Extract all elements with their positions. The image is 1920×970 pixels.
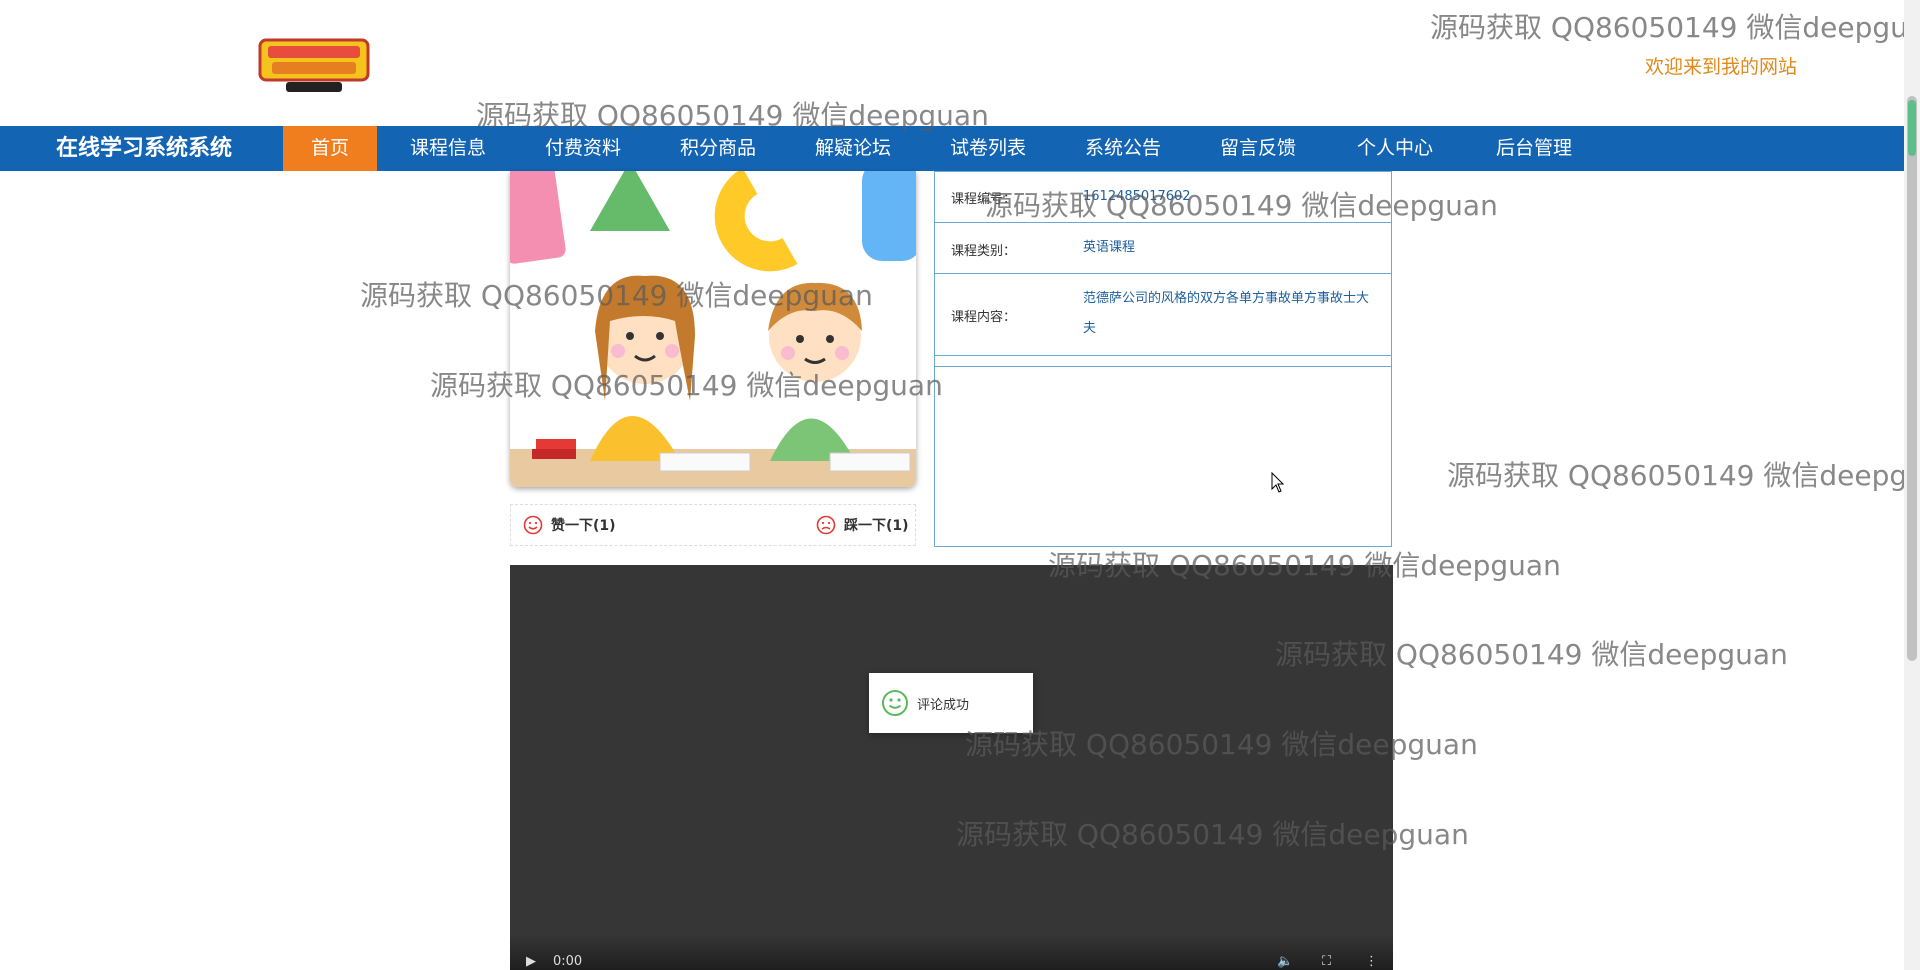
smile-icon: [523, 515, 543, 535]
more-options-icon[interactable]: ⋮: [1365, 954, 1378, 970]
course-category-row: 课程类别： 英语课程: [935, 223, 1391, 274]
dislike-button[interactable]: 踩一下(1): [816, 505, 909, 545]
vote-bar: 赞一下(1) 踩一下(1): [510, 504, 916, 546]
nav-item-points-shop[interactable]: 积分商品: [663, 126, 773, 171]
info-divider: [935, 356, 1391, 367]
video-time: 0:00: [553, 954, 583, 969]
site-logo[interactable]: [256, 34, 372, 94]
course-content-row: 课程内容： 范德萨公司的风格的双方各单方事故单方事故士大夫: [935, 274, 1391, 356]
course-id-row: 课程编号： 1612485017602: [935, 172, 1391, 223]
fullscreen-icon[interactable]: ⛶: [1322, 954, 1331, 970]
scrollbar-thumb-highlight: [1908, 100, 1916, 156]
nav-item-home[interactable]: 首页: [283, 126, 377, 171]
course-id-label: 课程编号：: [951, 192, 1017, 207]
video-controls: ▶ 0:00 🔈 ⛶ ⋮: [510, 934, 1393, 970]
page-scrollbar[interactable]: [1904, 0, 1920, 970]
frown-icon: [816, 515, 836, 535]
dislike-label: 踩一下(1): [844, 518, 909, 534]
site-title[interactable]: 在线学习系统系统: [56, 126, 232, 171]
smile-icon: [882, 690, 908, 716]
course-info-panel: 课程编号： 1612485017602 课程类别： 英语课程 课程内容： 范德萨…: [934, 171, 1392, 547]
welcome-text: 欢迎来到我的网站: [1645, 56, 1798, 78]
course-category-value: 英语课程: [1083, 240, 1136, 255]
nav-item-profile[interactable]: 个人中心: [1340, 126, 1450, 171]
play-icon[interactable]: ▶: [526, 954, 536, 970]
like-label: 赞一下(1): [551, 518, 616, 534]
nav-item-paid-materials[interactable]: 付费资料: [528, 126, 638, 171]
like-button[interactable]: 赞一下(1): [523, 505, 616, 545]
nav-item-courses[interactable]: 课程信息: [393, 126, 503, 171]
mouse-cursor-icon: [1271, 472, 1285, 493]
toast-message: 评论成功: [917, 697, 970, 713]
nav-item-admin[interactable]: 后台管理: [1478, 126, 1590, 171]
scrollbar-thumb[interactable]: [1907, 96, 1917, 661]
course-category-label: 课程类别：: [951, 244, 1017, 259]
volume-icon[interactable]: 🔈: [1277, 954, 1293, 970]
course-content-label: 课程内容：: [951, 310, 1017, 325]
watermark: 源码获取 QQ86050149 微信deepguan: [1430, 11, 1904, 44]
watermark: 源码获取 QQ86050149 微信deepguan: [1447, 459, 1904, 492]
course-id-value: 1612485017602: [1083, 189, 1191, 204]
main-nav: 在线学习系统系统 首页 课程信息 付费资料 积分商品 解疑论坛 试卷列表 系统公…: [0, 126, 1904, 171]
nav-item-forum[interactable]: 解疑论坛: [798, 126, 908, 171]
course-content-value: 范德萨公司的风格的双方各单方事故单方事故士大夫: [1083, 291, 1370, 336]
toast-notification: 评论成功: [869, 673, 1033, 733]
video-player[interactable]: ▶ 0:00 🔈 ⛶ ⋮: [510, 565, 1393, 970]
nav-item-exams[interactable]: 试卷列表: [933, 126, 1043, 171]
nav-item-feedback[interactable]: 留言反馈: [1203, 126, 1313, 171]
nav-item-announcements[interactable]: 系统公告: [1068, 126, 1178, 171]
course-image: [510, 171, 916, 487]
